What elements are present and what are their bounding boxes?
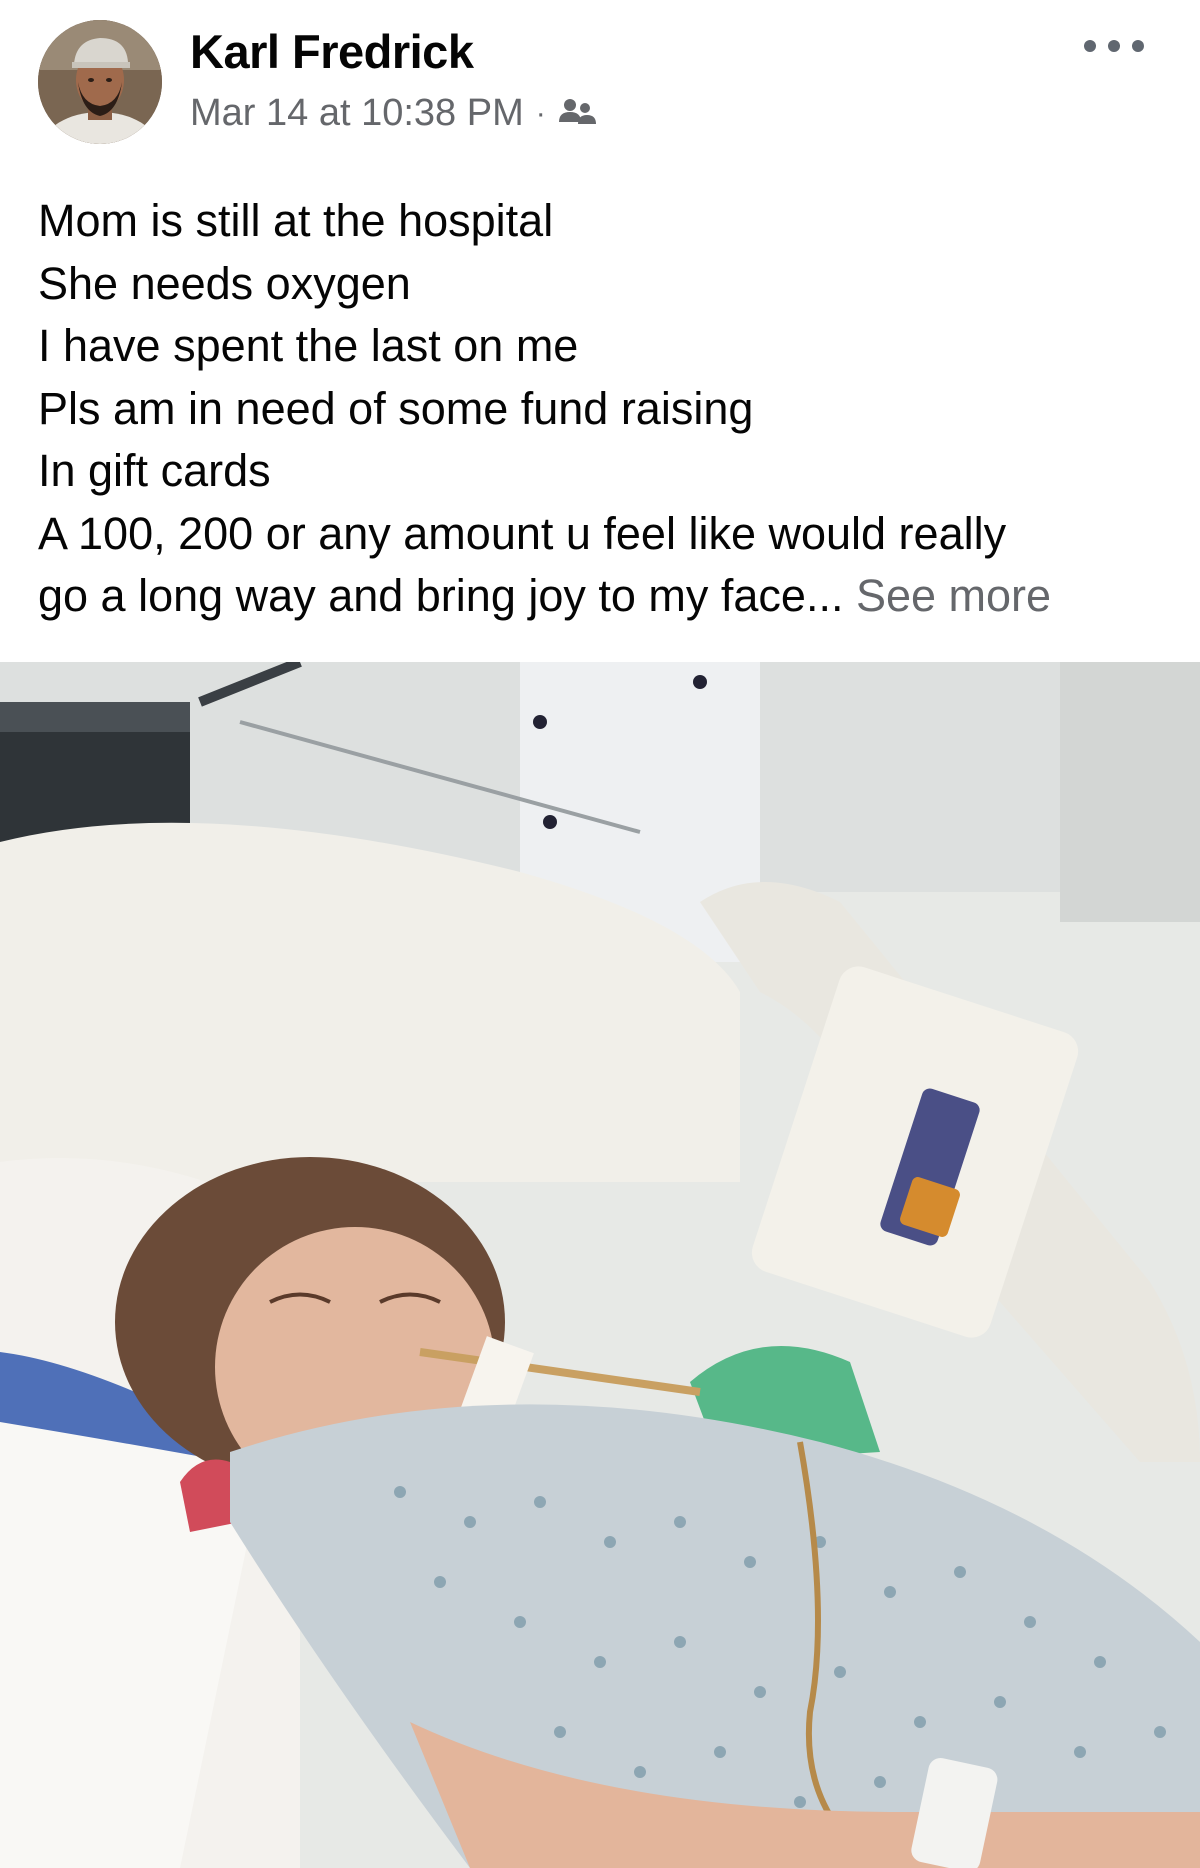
- meta-separator: ·: [535, 96, 546, 130]
- message-line-6: A 100, 200 or any amount u feel like wou…: [38, 507, 1007, 559]
- post-meta: Mar 14 at 10:38 PM ·: [190, 92, 598, 135]
- facebook-post: Karl Fredrick Mar 14 at 10:38 PM · Mom i…: [0, 0, 1200, 1868]
- dot-2: [1108, 40, 1120, 52]
- more-options-icon[interactable]: [1084, 34, 1144, 58]
- post-timestamp[interactable]: Mar 14 at 10:38 PM: [190, 92, 524, 135]
- dot-1: [1084, 40, 1096, 52]
- message-line-7: go a long way and bring joy to my face..…: [38, 565, 1168, 628]
- message-last-line: go a long way and bring joy to my face..…: [38, 570, 844, 621]
- see-more-link[interactable]: See more: [856, 570, 1051, 621]
- message-line-3: I have spent the last on me: [38, 320, 579, 371]
- message-line-1: Mom is still at the hospital: [38, 195, 554, 246]
- message-line-5: In gift cards: [38, 445, 271, 496]
- post-message: Mom is still at the hospital She needs o…: [38, 190, 1168, 628]
- post-photo[interactable]: [0, 662, 1200, 1868]
- dot-3: [1132, 40, 1144, 52]
- message-line-2: She needs oxygen: [38, 257, 411, 309]
- author-name[interactable]: Karl Fredrick: [190, 24, 474, 79]
- author-avatar[interactable]: [38, 20, 162, 144]
- post-header: Karl Fredrick Mar 14 at 10:38 PM ·: [0, 0, 1200, 170]
- friends-icon[interactable]: [556, 96, 598, 132]
- message-line-4: Pls am in need of some fund raising: [38, 382, 754, 434]
